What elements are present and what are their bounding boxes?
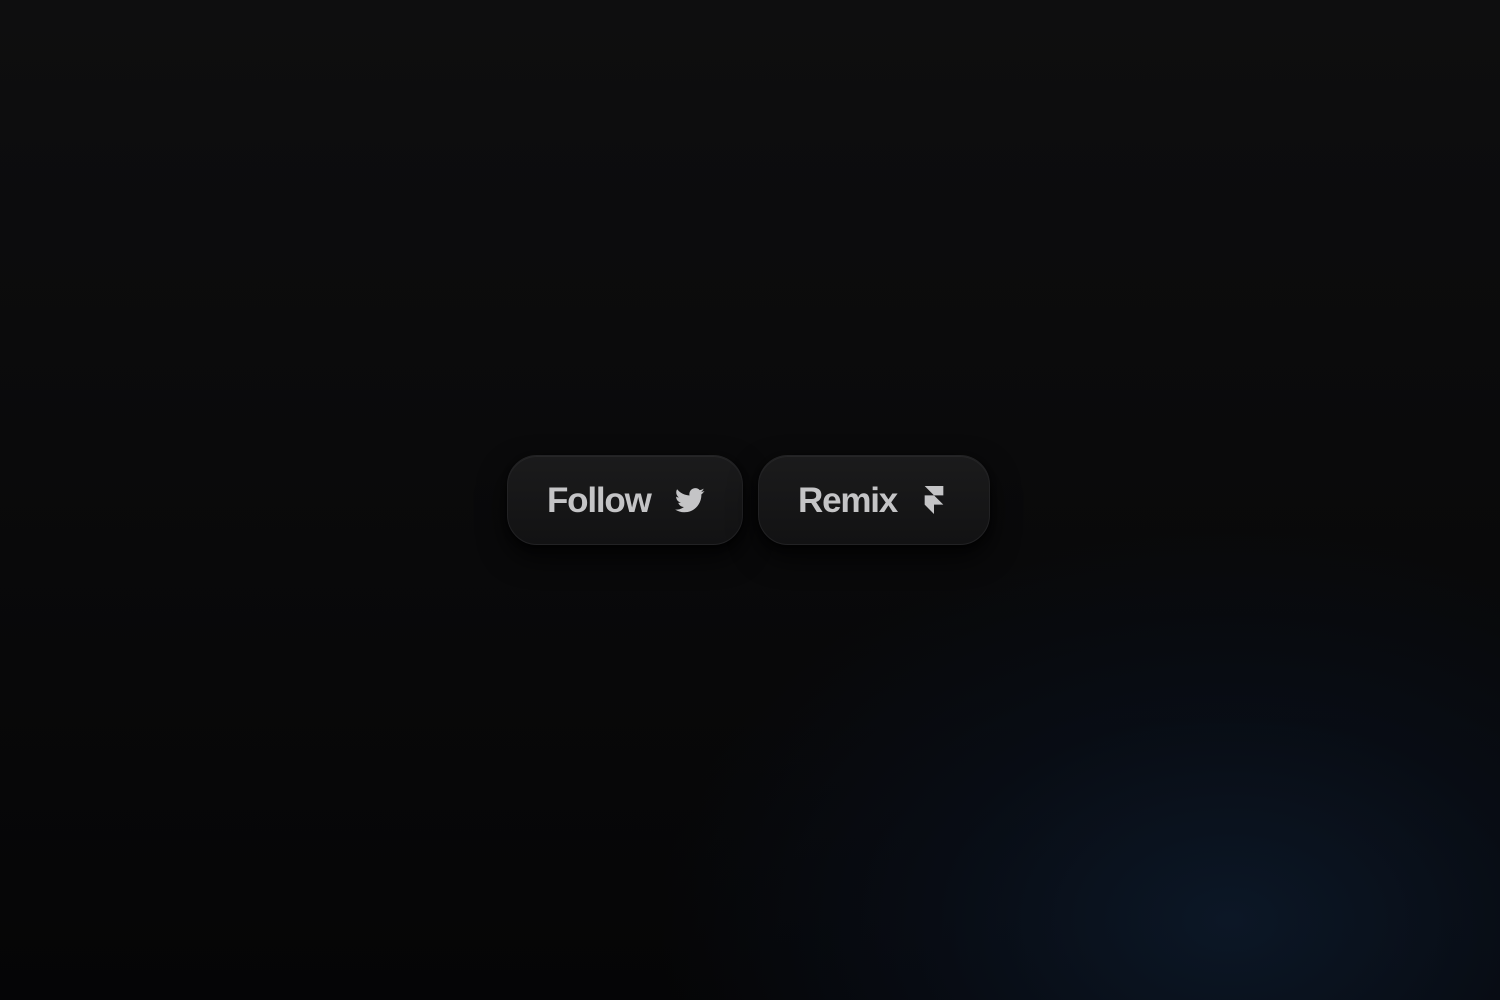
framer-logo-icon (924, 486, 944, 514)
follow-button-label: Follow (547, 480, 652, 520)
remix-button-label: Remix (798, 480, 898, 520)
action-button-row: Follow Remix (507, 455, 990, 545)
follow-button[interactable]: Follow (507, 455, 743, 545)
remix-button[interactable]: Remix (758, 455, 990, 545)
twitter-bird-icon (674, 487, 705, 513)
